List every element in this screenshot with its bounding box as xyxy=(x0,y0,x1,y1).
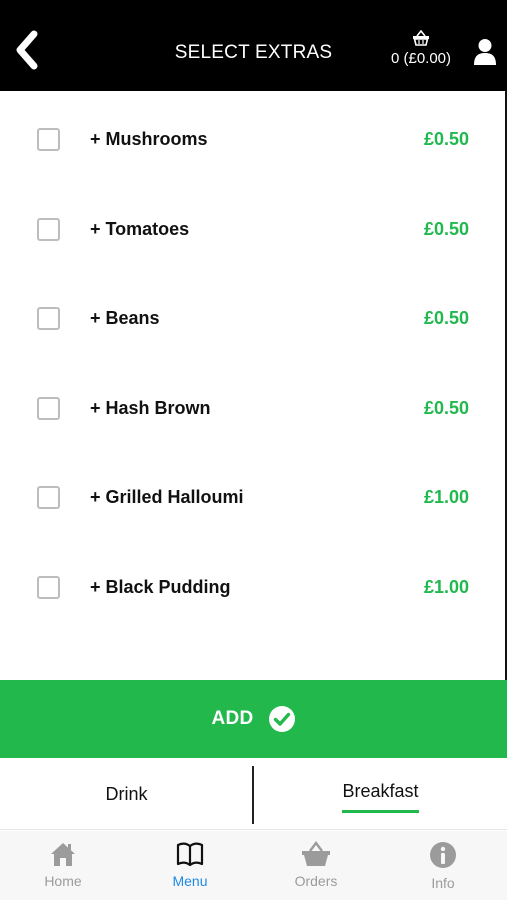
user-icon[interactable] xyxy=(472,38,498,66)
nav-item-info[interactable]: Info xyxy=(380,831,506,900)
tab-drink[interactable]: Drink xyxy=(0,758,253,830)
tab-breakfast[interactable]: Breakfast xyxy=(254,758,507,830)
cart-button[interactable]: 0 (£0.00) xyxy=(386,30,456,67)
extra-label: + Hash Brown xyxy=(90,397,211,418)
list-item[interactable]: + Hash Brown £0.50 xyxy=(0,368,507,458)
nav-label: Info xyxy=(431,875,455,891)
cart-count: 0 (£0.00) xyxy=(390,50,452,67)
extra-price: £0.50 xyxy=(423,218,469,239)
tab-label: Drink xyxy=(105,783,148,804)
extra-checkbox[interactable] xyxy=(37,217,60,241)
extra-price: £0.50 xyxy=(423,308,469,329)
extra-price: £0.50 xyxy=(423,397,469,418)
add-button-label: ADD xyxy=(211,708,254,729)
extra-checkbox[interactable] xyxy=(37,307,60,331)
nav-item-menu[interactable]: Menu xyxy=(127,831,253,900)
extra-checkbox[interactable] xyxy=(37,396,60,420)
list-item[interactable]: + Beans £0.50 xyxy=(0,278,507,368)
extra-checkbox[interactable] xyxy=(37,486,60,510)
extra-label: + Black Pudding xyxy=(90,576,231,597)
extra-label: + Grilled Halloumi xyxy=(90,487,244,508)
book-icon xyxy=(176,842,204,867)
nav-item-home[interactable]: Home xyxy=(0,831,126,900)
extras-list: + Mushrooms £0.50 + Tomatoes £0.50 + Bea… xyxy=(0,91,507,637)
list-item[interactable]: + Tomatoes £0.50 xyxy=(0,189,507,279)
tab-label-active: Breakfast xyxy=(342,781,419,813)
app-header: SELECT EXTRAS 0 (£0.00) xyxy=(0,0,507,91)
list-item[interactable]: + Grilled Halloumi £1.00 xyxy=(0,457,507,547)
extra-checkbox[interactable] xyxy=(37,575,60,599)
check-circle-icon xyxy=(268,706,295,732)
nav-item-orders[interactable]: Orders xyxy=(253,831,379,900)
tab-label: Breakfast xyxy=(342,781,419,801)
basket-icon xyxy=(413,30,429,46)
list-item[interactable]: + Mushrooms £0.50 xyxy=(0,99,507,189)
category-tabs: Drink Breakfast xyxy=(0,758,507,830)
extra-label: + Mushrooms xyxy=(90,129,208,149)
bottom-nav: Home Menu Orders Info xyxy=(0,831,507,900)
nav-label: Home xyxy=(44,873,82,889)
extra-price: £0.50 xyxy=(423,129,469,149)
info-icon xyxy=(430,842,456,868)
extra-checkbox[interactable] xyxy=(37,128,60,151)
nav-label: Orders xyxy=(294,873,338,889)
basket-icon xyxy=(302,841,330,866)
nav-label: Menu xyxy=(172,873,208,889)
list-item[interactable]: + Black Pudding £1.00 xyxy=(0,547,507,637)
add-button[interactable]: ADD xyxy=(0,680,507,758)
home-icon xyxy=(51,843,75,866)
active-tab-indicator xyxy=(342,810,419,813)
extra-price: £1.00 xyxy=(423,576,469,597)
extra-price: £1.00 xyxy=(423,487,469,508)
extra-label: + Beans xyxy=(90,308,160,329)
extra-label: + Tomatoes xyxy=(90,218,190,239)
